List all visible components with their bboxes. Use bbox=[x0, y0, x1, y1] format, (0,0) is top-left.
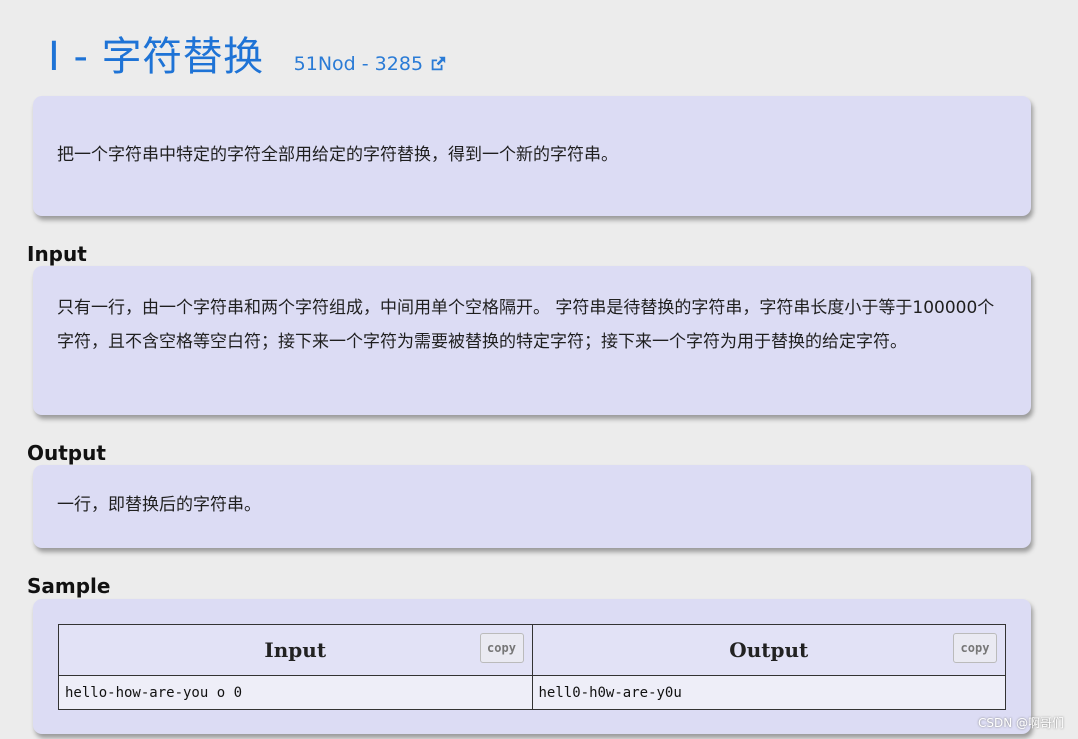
sample-header-row: Input copy Output copy bbox=[58, 624, 1006, 676]
title-row: I - 字符替换 51Nod - 3285 bbox=[48, 24, 447, 80]
input-heading: Input bbox=[27, 242, 87, 266]
sample-heading: Sample bbox=[27, 574, 111, 598]
external-link-icon bbox=[431, 56, 446, 71]
copy-input-button[interactable]: copy bbox=[479, 633, 524, 663]
input-card: 只有一行，由一个字符串和两个字符组成，中间用单个空格隔开。 字符串是待替换的字符… bbox=[33, 266, 1031, 415]
sample-output-header: Output copy bbox=[531, 624, 1006, 676]
sample-input-label: Input bbox=[264, 638, 327, 662]
input-description: 只有一行，由一个字符串和两个字符组成，中间用单个空格隔开。 字符串是待替换的字符… bbox=[57, 298, 995, 352]
copy-output-button[interactable]: copy bbox=[953, 633, 997, 663]
output-description: 一行，即替换后的字符串。 bbox=[57, 495, 261, 515]
description-text: 把一个字符串中特定的字符全部用给定的字符替换，得到一个新的字符串。 bbox=[57, 145, 618, 165]
output-card: 一行，即替换后的字符串。 bbox=[33, 465, 1031, 548]
sample-table: Input copy Output copy hello-how-are-you… bbox=[58, 624, 1006, 710]
sample-output-label: Output bbox=[729, 638, 809, 662]
origin-link[interactable]: 51Nod - 3285 bbox=[294, 53, 447, 75]
sample-data-row: hello-how-are-you o 0 hell0-h0w-are-y0u bbox=[58, 675, 1006, 710]
output-heading: Output bbox=[27, 441, 106, 465]
sample-card: Input copy Output copy hello-how-are-you… bbox=[33, 599, 1031, 734]
watermark: CSDN @啊哥们 bbox=[977, 716, 1064, 730]
origin-label: 51Nod - 3285 bbox=[293, 53, 424, 75]
sample-input-header: Input copy bbox=[58, 624, 533, 676]
problem-title: I - 字符替换 bbox=[48, 34, 264, 80]
sample-input-value: hello-how-are-you o 0 bbox=[58, 675, 533, 710]
sample-output-value: hell0-h0w-are-y0u bbox=[531, 675, 1006, 710]
description-card: 把一个字符串中特定的字符全部用给定的字符替换，得到一个新的字符串。 bbox=[33, 96, 1031, 216]
